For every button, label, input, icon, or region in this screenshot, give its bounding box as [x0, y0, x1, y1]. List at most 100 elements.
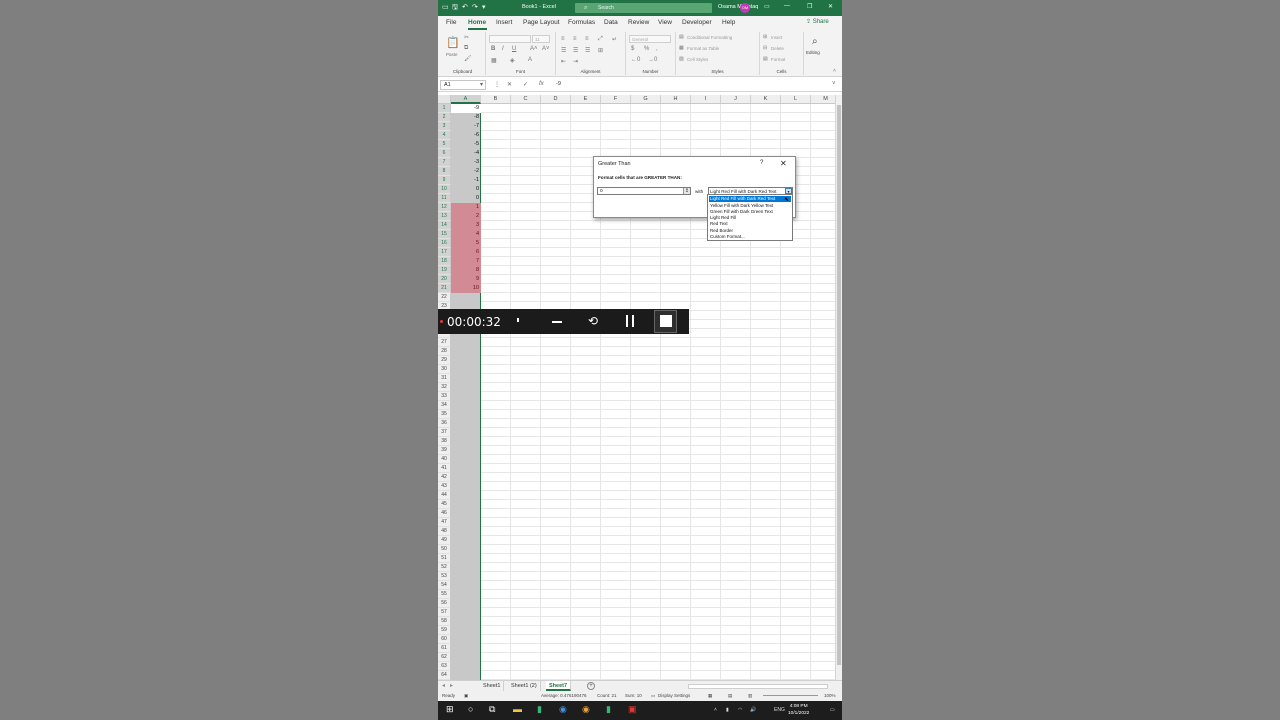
format-option[interactable]: Light Red Fill with Dark Red Text	[709, 196, 791, 203]
paste-icon[interactable]: 📋	[446, 36, 460, 49]
tab-review[interactable]: Review	[628, 19, 649, 26]
language-indicator[interactable]: ENG	[774, 707, 785, 713]
cell-a2[interactable]: -8	[451, 113, 481, 122]
align-top-icon[interactable]: ≡	[561, 36, 565, 42]
borders-icon[interactable]: ▦	[491, 57, 497, 64]
recorder-taskbar-icon[interactable]: ▣	[628, 704, 637, 715]
row-header[interactable]: 59	[438, 626, 451, 635]
align-bottom-icon[interactable]: ≡	[585, 36, 589, 42]
notifications-icon[interactable]: ▭	[830, 707, 835, 713]
column-header[interactable]: E	[571, 95, 601, 104]
prev-sheet-icon[interactable]: ◂	[442, 682, 445, 689]
column-header[interactable]: J	[721, 95, 751, 104]
delete-cells-button[interactable]: Delete	[771, 46, 784, 51]
cancel-icon[interactable]: ✕	[507, 81, 512, 88]
row-header[interactable]: 52	[438, 563, 451, 572]
merge-center-icon[interactable]: ⊞	[598, 47, 603, 54]
row-header[interactable]: 51	[438, 554, 451, 563]
row-header[interactable]: 41	[438, 464, 451, 473]
currency-icon[interactable]: $	[631, 46, 634, 52]
row-header[interactable]: 13	[438, 212, 451, 221]
row-header[interactable]: 15	[438, 230, 451, 239]
delete-cells-icon[interactable]: ⊟	[763, 45, 767, 51]
column-header[interactable]: K	[751, 95, 781, 104]
font-size-select[interactable]: 11	[532, 35, 550, 43]
tab-file[interactable]: File	[446, 19, 456, 26]
grow-font-icon[interactable]: A˄	[530, 46, 538, 52]
search-box[interactable]: ⌕ Search	[575, 3, 712, 13]
row-header[interactable]: 35	[438, 410, 451, 419]
chrome-icon[interactable]: ◉	[559, 704, 567, 715]
row-header[interactable]: 19	[438, 266, 451, 275]
cell-styles-icon[interactable]: ▨	[679, 56, 684, 62]
task-view-icon[interactable]: ⧉	[489, 704, 495, 715]
cell-a8[interactable]: -2	[451, 167, 481, 176]
cell-a6[interactable]: -4	[451, 149, 481, 158]
format-option[interactable]: Custom Format...	[709, 234, 791, 240]
row-header[interactable]: 36	[438, 419, 451, 428]
row-header[interactable]: 16	[438, 239, 451, 248]
cell-styles-button[interactable]: Cell Styles	[687, 57, 708, 62]
cell-a18[interactable]: 7	[451, 257, 481, 266]
tab-formulas[interactable]: Formulas	[568, 19, 595, 26]
font-name-select[interactable]	[489, 35, 531, 43]
cell-a4[interactable]: -6	[451, 131, 481, 140]
editing-button[interactable]: Editing	[806, 50, 820, 55]
save-icon[interactable]: 🖫	[452, 3, 458, 14]
search-taskbar-icon[interactable]: ○	[468, 704, 473, 714]
name-box-dropdown-icon[interactable]: ▾	[480, 81, 483, 88]
tab-home[interactable]: Home	[468, 19, 486, 26]
normal-view-icon[interactable]: ▦	[708, 693, 712, 699]
decrease-decimal-icon[interactable]: →0	[648, 57, 657, 63]
row-header[interactable]: 5	[438, 140, 451, 149]
row-header[interactable]: 9	[438, 176, 451, 185]
excel-active-icon[interactable]: ▮	[606, 704, 611, 715]
row-header[interactable]: 64	[438, 671, 451, 680]
row-header[interactable]: 27	[438, 338, 451, 347]
row-header[interactable]: 33	[438, 392, 451, 401]
range-picker-icon[interactable]: ↥	[683, 188, 690, 194]
cell-a1[interactable]: -9	[451, 104, 481, 113]
stop-icon[interactable]	[660, 315, 672, 327]
row-header[interactable]: 63	[438, 662, 451, 671]
chrome-canary-icon[interactable]: ◉	[582, 704, 590, 715]
restart-icon[interactable]: ⟲	[588, 314, 598, 328]
row-header[interactable]: 10	[438, 185, 451, 194]
select-all-corner[interactable]	[438, 95, 451, 104]
increase-decimal-icon[interactable]: ←0	[631, 57, 640, 63]
row-header[interactable]: 38	[438, 437, 451, 446]
ribbon-display-icon[interactable]: ▭	[764, 3, 770, 10]
column-header[interactable]: F	[601, 95, 631, 104]
row-header[interactable]: 14	[438, 221, 451, 230]
align-middle-icon[interactable]: ≡	[573, 36, 577, 42]
bold-icon[interactable]: B	[491, 46, 495, 52]
align-right-icon[interactable]: ☰	[585, 47, 590, 54]
percent-icon[interactable]: %	[644, 46, 649, 52]
row-header[interactable]: 2	[438, 113, 451, 122]
conditional-formatting-icon[interactable]: ▤	[679, 34, 684, 40]
format-as-table-icon[interactable]: ▦	[679, 45, 684, 51]
row-header[interactable]: 44	[438, 491, 451, 500]
formula-input[interactable]: -9	[556, 81, 561, 87]
cell-a12[interactable]: 1	[451, 203, 481, 212]
find-icon[interactable]: ⌕	[812, 36, 818, 47]
row-header[interactable]: 17	[438, 248, 451, 257]
row-header[interactable]: 12	[438, 203, 451, 212]
row-header[interactable]: 45	[438, 500, 451, 509]
tray-chevron-icon[interactable]: ˄	[714, 707, 717, 713]
orientation-icon[interactable]: ⤢	[598, 36, 603, 43]
row-header[interactable]: 55	[438, 590, 451, 599]
undo-icon[interactable]: ↶	[462, 3, 468, 11]
close-window-icon[interactable]: ✕	[828, 3, 833, 10]
enter-icon[interactable]: ✓	[523, 81, 528, 88]
sheet-tab-active[interactable]: Sheet7	[546, 681, 572, 691]
vertical-scroll-thumb[interactable]	[837, 105, 841, 665]
row-header[interactable]: 29	[438, 356, 451, 365]
next-sheet-icon[interactable]: ▸	[450, 682, 453, 689]
volume-icon[interactable]: 🔊	[750, 707, 756, 713]
format-option[interactable]: Red Border	[709, 228, 791, 234]
italic-icon[interactable]: I	[502, 46, 504, 52]
row-header[interactable]: 28	[438, 347, 451, 356]
format-option[interactable]: Light Red Fill	[709, 215, 791, 221]
autosave-icon[interactable]: ▭	[442, 3, 449, 11]
